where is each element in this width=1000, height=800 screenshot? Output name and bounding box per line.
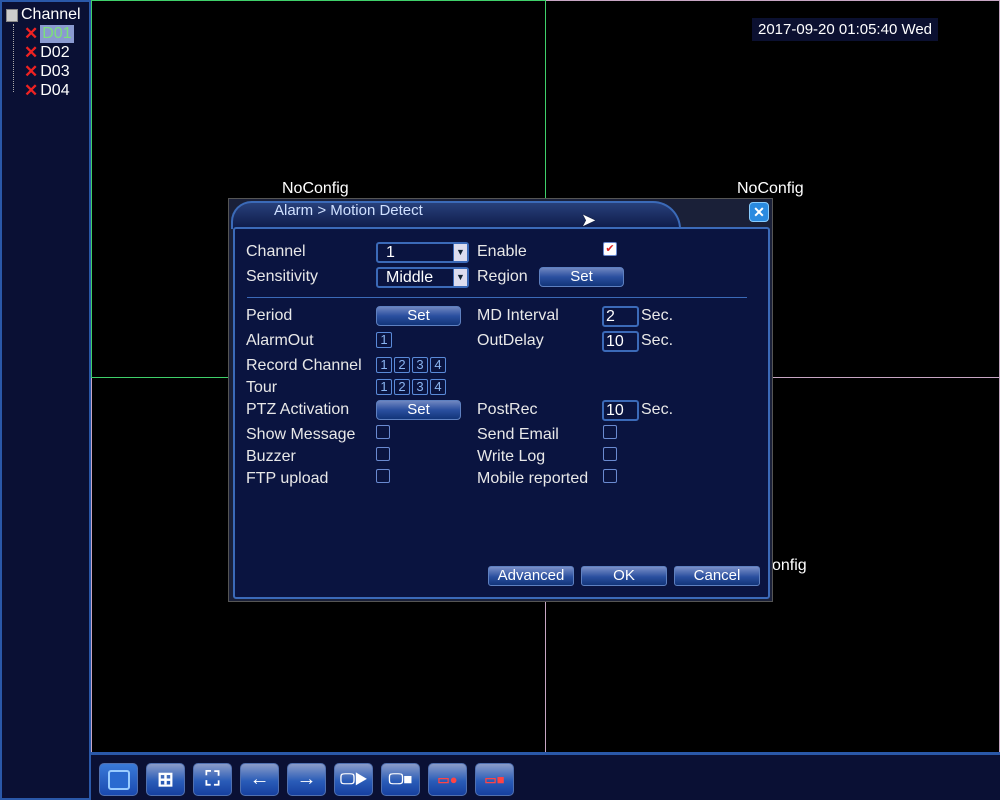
sensitivity-label: Sensitivity [246,268,319,285]
record-channel-2[interactable]: 2 [394,357,410,373]
md-interval-input[interactable]: 2 [602,306,639,327]
disconnected-icon: ✕ [24,81,39,100]
single-view-icon [107,769,130,790]
sensitivity-select[interactable]: Middle ▼ [376,267,469,288]
chevron-down-icon: ▼ [453,244,467,261]
postrec-input[interactable]: 10 [602,400,639,421]
alarmout-label: AlarmOut [246,332,314,349]
arrow-left-icon: ← [249,768,270,790]
disconnected-icon: ✕ [24,43,39,62]
close-icon: ✕ [753,203,765,220]
buzzer-checkbox[interactable] [376,447,390,461]
postrec-label: PostRec [477,401,538,418]
dialog-title: Alarm > Motion Detect [274,202,423,219]
disconnected-icon: ✕ [24,24,39,43]
enable-checkbox[interactable]: ✔ [603,242,617,256]
channel-item-d02[interactable]: ✕ D02 [24,43,70,63]
mobile-reported-label: Mobile reported [477,470,589,487]
tour-channel-3[interactable]: 3 [412,379,428,395]
record-channel-4[interactable]: 4 [430,357,446,373]
close-button[interactable]: ✕ [749,202,769,222]
send-email-label: Send Email [477,426,559,443]
ftp-upload-checkbox[interactable] [376,469,390,483]
channel-label: D03 [40,63,70,80]
channel-label: D04 [40,82,70,99]
start-tour-button[interactable]: 🖵▶ [334,763,373,796]
buzzer-label: Buzzer [246,448,296,465]
fullscreen-icon: ⛶ [205,768,220,790]
channel-list-icon [6,8,18,22]
start-tour-icon: 🖵▶ [340,771,367,788]
ftp-upload-label: FTP upload [246,470,329,487]
channel-select[interactable]: 1 ▼ [376,242,469,263]
channel-tree-title: Channel [21,6,81,23]
tour-label: Tour [246,379,278,396]
sensitivity-value: Middle [386,269,434,286]
write-log-checkbox[interactable] [603,447,617,461]
quad-view-icon: ⊞ [157,769,174,791]
channel-sidebar: Channel ✕ D01 ✕ D02 ✕ D03 ✕ D04 [0,0,91,800]
advanced-button[interactable]: Advanced [488,566,574,586]
alarmout-channel-1[interactable]: 1 [376,332,392,348]
bottom-toolbar: ⊞ ⛶ ← → 🖵▶ 🖵■ ▭● ▭■ [91,752,1000,800]
show-message-label: Show Message [246,426,356,443]
cancel-button[interactable]: Cancel [674,566,760,586]
stop-record-icon: ▭■ [484,771,505,787]
send-email-checkbox[interactable] [603,425,617,439]
channel-label: D01 [40,25,74,43]
channel-tree-header: Channel [6,6,81,24]
stop-tour-icon: 🖵■ [388,771,413,788]
start-record-button[interactable]: ▭● [428,763,467,796]
noconfig-label-2: NoConfig [737,180,804,197]
dialog-panel: Channel 1 ▼ Enable ✔ Sensitivity Middle ▼ … [233,227,770,599]
record-channel-3[interactable]: 3 [412,357,428,373]
channel-label: Channel [246,243,306,260]
outdelay-unit: Sec. [641,332,674,349]
ok-button[interactable]: OK [581,566,667,586]
md-interval-unit: Sec. [641,307,674,324]
motion-detect-dialog: Alarm > Motion Detect ✕ Channel 1 ▼ Enabl… [228,198,773,602]
region-label: Region [477,268,528,285]
stop-record-button[interactable]: ▭■ [475,763,514,796]
channel-label: D02 [40,44,70,61]
region-set-button[interactable]: Set [539,267,624,287]
mobile-reported-checkbox[interactable] [603,469,617,483]
next-button[interactable]: → [287,763,326,796]
ptz-set-button[interactable]: Set [376,400,461,420]
stop-tour-button[interactable]: 🖵■ [381,763,420,796]
postrec-unit: Sec. [641,401,674,418]
outdelay-label: OutDelay [477,332,544,349]
previous-button[interactable]: ← [240,763,279,796]
md-interval-label: MD Interval [477,307,559,324]
write-log-label: Write Log [477,448,546,465]
quad-view-button[interactable]: ⊞ [146,763,185,796]
chevron-down-icon: ▼ [453,269,467,286]
show-message-checkbox[interactable] [376,425,390,439]
disconnected-icon: ✕ [24,62,39,81]
tour-channel-4[interactable]: 4 [430,379,446,395]
period-label: Period [246,307,293,324]
datetime-display: 2017-09-20 01:05:40 Wed [752,18,939,41]
noconfig-label-4: onfig [772,557,807,574]
period-set-button[interactable]: Set [376,306,461,326]
tour-channel-1[interactable]: 1 [376,379,392,395]
channel-item-d01[interactable]: ✕ D01 [24,24,74,44]
start-record-icon: ▭● [437,771,458,787]
tour-channel-2[interactable]: 2 [394,379,410,395]
channel-item-d03[interactable]: ✕ D03 [24,62,70,82]
channel-value: 1 [386,244,395,261]
fullscreen-button[interactable]: ⛶ [193,763,232,796]
divider [247,297,747,298]
channel-item-d04[interactable]: ✕ D04 [24,81,70,101]
ptz-activation-label: PTZ Activation [246,401,350,418]
record-channel-label: Record Channel [246,357,362,374]
tree-line [13,24,14,92]
outdelay-input[interactable]: 10 [602,331,639,352]
single-view-button[interactable] [99,763,138,796]
noconfig-label-1: NoConfig [282,180,349,197]
record-channel-1[interactable]: 1 [376,357,392,373]
arrow-right-icon: → [296,768,317,790]
mouse-cursor-icon: ➤ [581,210,597,230]
enable-label: Enable [477,243,527,260]
